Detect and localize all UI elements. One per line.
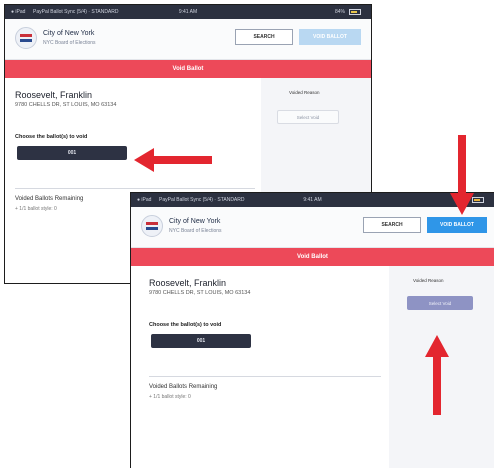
org-subtitle: NYC Board of Elections — [43, 40, 96, 46]
ballot-001-button[interactable]: 001 — [17, 146, 127, 160]
void-reason-label: Voided Reason — [413, 278, 444, 283]
void-ballot-button[interactable]: VOID BALLOT — [427, 217, 487, 233]
void-reason-panel: Voided Reason Select Void — [389, 266, 494, 468]
choose-ballot-label: Choose the ballot(s) to void — [149, 322, 222, 328]
remaining-title: Voided Ballots Remaining — [149, 384, 218, 390]
city-seal-icon — [15, 27, 37, 49]
voter-address: 9780 CHELLS DR, ST LOUIS, MO 63134 — [15, 102, 117, 108]
status-time: 9:41 AM — [178, 9, 198, 15]
voter-address: 9780 CHELLS DR, ST LOUIS, MO 63134 — [149, 290, 251, 296]
tablet-screenshot-after: ● iPad PayPal Ballot Sync (5/4) · STANDA… — [130, 192, 494, 468]
city-seal-icon — [141, 215, 163, 237]
select-void-button[interactable]: Select Void — [277, 110, 339, 124]
void-ballot-banner: Void Ballot — [131, 248, 494, 266]
void-reason-label: Voided Reason — [289, 90, 320, 95]
app-header: City of New York NYC Board of Elections … — [5, 19, 371, 60]
choose-ballot-label: Choose the ballot(s) to void — [15, 134, 88, 140]
battery-icon — [472, 197, 484, 203]
battery-icon — [349, 9, 361, 15]
void-ballot-banner: Void Ballot — [5, 60, 371, 78]
org-subtitle: NYC Board of Elections — [169, 228, 222, 234]
status-time: 9:41 AM — [303, 197, 322, 203]
status-carrier: ● iPad — [137, 197, 152, 203]
status-bar: ● iPad PayPal Ballot Sync (5/4) · STANDA… — [5, 5, 371, 19]
status-app-title: PayPal Ballot Sync (5/4) · STANDARD — [33, 9, 119, 15]
divider — [15, 188, 255, 189]
app-header: City of New York NYC Board of Elections … — [131, 207, 494, 248]
select-void-button[interactable]: Select Void — [407, 296, 473, 310]
remaining-subtitle: + 1/1 ballot style: 0 — [15, 206, 57, 212]
ballot-001-button[interactable]: 001 — [151, 334, 251, 348]
voter-name: Roosevelt, Franklin — [149, 278, 227, 288]
status-battery: 84% — [457, 197, 468, 203]
remaining-title: Voided Ballots Remaining — [15, 196, 84, 202]
search-button[interactable]: SEARCH — [235, 29, 293, 45]
voter-name: Roosevelt, Franklin — [15, 90, 93, 100]
status-app-title: PayPal Ballot Sync (5/4) · STANDARD — [159, 197, 245, 203]
status-battery: 84% — [334, 9, 345, 15]
divider — [149, 376, 381, 377]
status-bar: ● iPad PayPal Ballot Sync (5/4) · STANDA… — [131, 193, 494, 207]
status-carrier: ● iPad — [11, 9, 26, 15]
remaining-subtitle: + 1/1 ballot style: 0 — [149, 394, 191, 400]
void-ballot-button-disabled[interactable]: VOID BALLOT — [299, 29, 361, 45]
org-name: City of New York — [43, 30, 95, 37]
org-name: City of New York — [169, 218, 221, 225]
search-button[interactable]: SEARCH — [363, 217, 421, 233]
